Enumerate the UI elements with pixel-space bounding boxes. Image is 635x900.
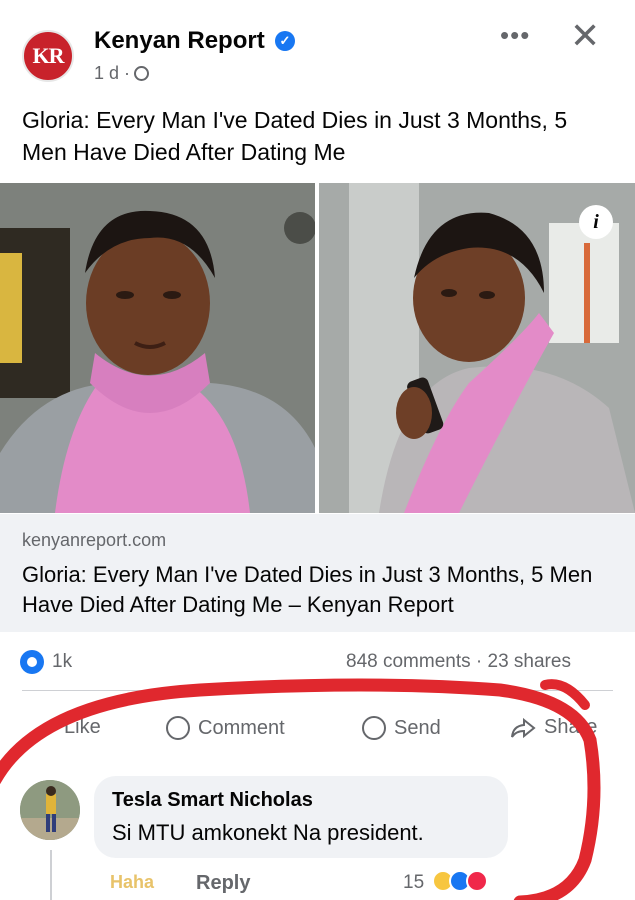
close-icon[interactable]: ✕ bbox=[570, 18, 600, 54]
commenter-photo bbox=[20, 780, 80, 840]
comments-shares-count[interactable]: 848 comments · 23 shares bbox=[346, 651, 571, 673]
send-button[interactable]: Send bbox=[362, 716, 441, 740]
commenter-avatar[interactable] bbox=[20, 780, 80, 840]
link-domain: kenyanreport.com bbox=[22, 530, 167, 550]
like-reaction-icon[interactable] bbox=[20, 650, 44, 674]
like-label: Like bbox=[64, 716, 101, 738]
divider bbox=[22, 690, 613, 691]
thread-line bbox=[50, 850, 52, 900]
share-arrow-icon bbox=[511, 717, 536, 738]
send-label: Send bbox=[394, 716, 441, 739]
comment-label: Comment bbox=[198, 716, 285, 739]
info-icon[interactable]: i bbox=[579, 205, 613, 239]
photo-left-illustration bbox=[0, 183, 315, 513]
comment-reaction-count[interactable]: 15 bbox=[403, 872, 424, 894]
haha-react-button[interactable]: Haha bbox=[110, 872, 154, 893]
post-caption: Gloria: Every Man I've Dated Dies in Jus… bbox=[22, 107, 568, 165]
like-button[interactable]: Like bbox=[42, 716, 101, 739]
reaction-count[interactable]: 1k bbox=[52, 651, 72, 673]
post-images[interactable] bbox=[0, 183, 635, 513]
post-header: KR Kenyan Report ✓ 1 d · ••• ✕ bbox=[0, 0, 635, 96]
reply-button[interactable]: Reply bbox=[196, 872, 250, 895]
share-label: Share bbox=[544, 716, 598, 738]
more-options-icon[interactable]: ••• bbox=[500, 20, 530, 51]
post-time[interactable]: 1 d · bbox=[94, 63, 130, 84]
page-avatar[interactable]: KR bbox=[22, 30, 74, 82]
post-meta: 1 d · bbox=[94, 63, 150, 84]
wow-emoji-icon bbox=[466, 870, 488, 892]
link-title[interactable]: Gloria: Every Man I've Dated Dies in Jus… bbox=[22, 560, 622, 620]
photo-left[interactable] bbox=[0, 183, 315, 513]
comment-author[interactable]: Tesla Smart Nicholas bbox=[112, 789, 313, 812]
globe-icon bbox=[134, 66, 150, 81]
comment-button[interactable]: Comment bbox=[166, 716, 285, 740]
facebook-post: KR Kenyan Report ✓ 1 d · ••• ✕ Gloria: E… bbox=[0, 0, 635, 900]
verified-badge-icon: ✓ bbox=[275, 31, 295, 51]
messenger-icon bbox=[362, 716, 386, 740]
comment-icon bbox=[166, 716, 190, 740]
page-name[interactable]: Kenyan Report bbox=[94, 27, 265, 55]
comment-text: Si MTU amkonekt Na president. bbox=[112, 820, 424, 845]
share-button[interactable]: Share bbox=[510, 716, 597, 739]
